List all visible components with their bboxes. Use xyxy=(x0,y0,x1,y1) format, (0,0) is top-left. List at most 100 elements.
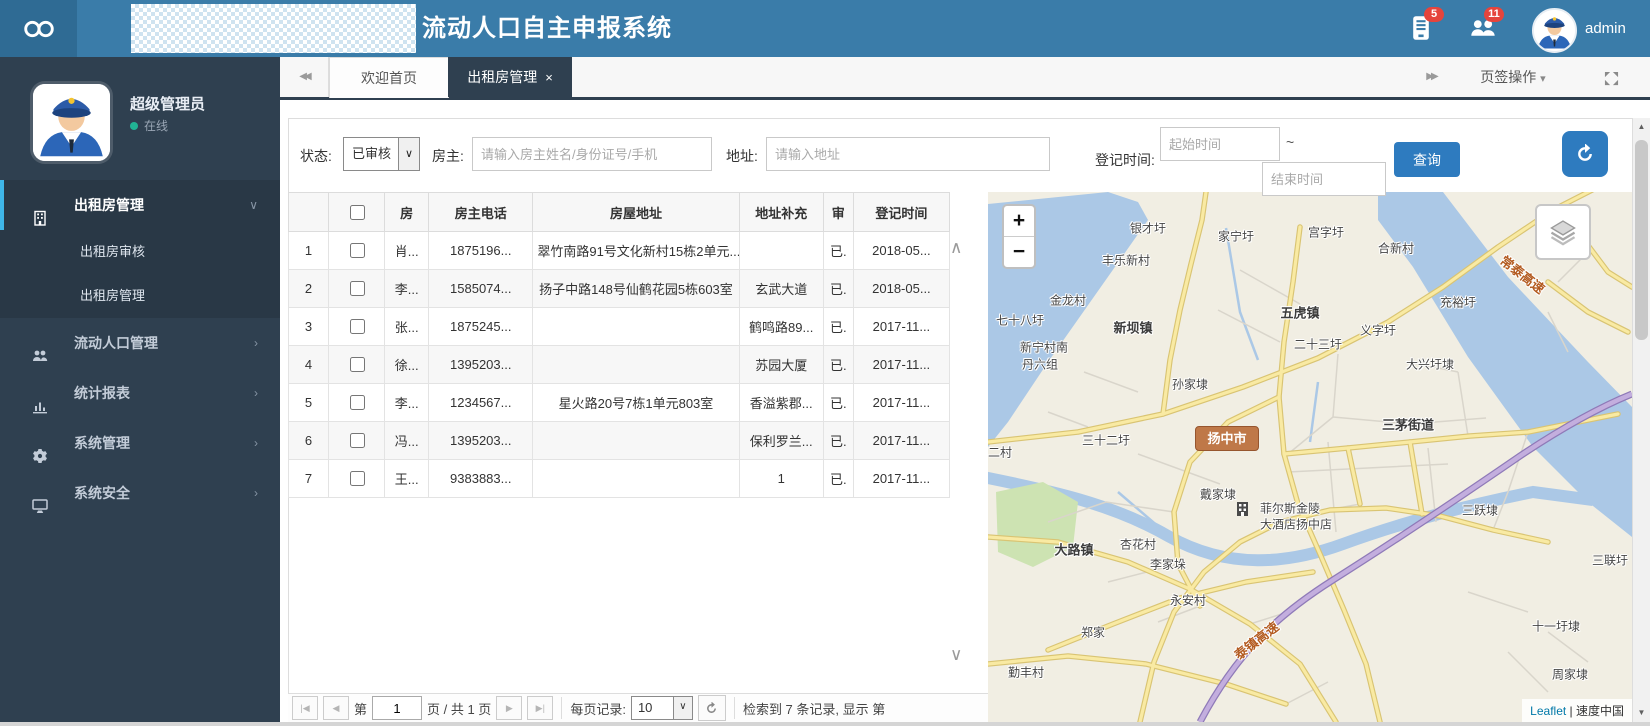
users-badge: 11 xyxy=(1484,7,1504,22)
table-row[interactable]: 1 肖...1875196... 翠竹南路91号文化新村15栋2单元... 已.… xyxy=(289,232,950,270)
row-checkbox[interactable] xyxy=(350,471,365,486)
map-label: 银才圩 xyxy=(1130,220,1166,237)
table-header-row: 房 房主电话 房屋地址 地址补充 审 登记时间 xyxy=(289,193,950,232)
table-row[interactable]: 2 李...1585074... 扬子中路148号仙鹤花园5栋603室玄武大道 … xyxy=(289,270,950,308)
date-end-input[interactable] xyxy=(1262,162,1386,196)
grid-refresh-button[interactable] xyxy=(698,695,726,721)
row-checkbox[interactable] xyxy=(350,319,365,334)
redacted-org-name xyxy=(131,4,416,53)
map-label: 七十八圩 xyxy=(996,312,1044,329)
map-label: 二村 xyxy=(988,444,1012,461)
table-scroll-down-icon[interactable]: ∨ xyxy=(950,645,962,665)
date-start-input[interactable] xyxy=(1160,127,1280,161)
sidebar-item-label: 出租房管理 xyxy=(74,180,144,230)
profile-name: 超级管理员 xyxy=(130,93,205,114)
layers-icon xyxy=(1548,217,1578,247)
tabs-scroll-right-button[interactable]: ▶▶ xyxy=(1408,57,1454,97)
notifications-users-button[interactable]: 11 xyxy=(1470,15,1496,41)
zoom-in-button[interactable]: + xyxy=(1004,206,1034,236)
map-label: 义字圩 xyxy=(1360,322,1396,339)
owner-label: 房主: xyxy=(432,146,464,166)
table-row[interactable]: 3 张...1875245... 鹤鸣路89... 已.2017-11... xyxy=(289,308,950,346)
map[interactable]: 银才圩家宁圩宫字圩合新村丰乐新村充裕圩五虎镇金龙村新坝镇七十八圩新宁村南丹六组义… xyxy=(988,192,1632,722)
leaflet-link[interactable]: Leaflet xyxy=(1530,704,1566,718)
page-number-input[interactable] xyxy=(372,696,422,720)
sidebar-item-population-mgmt[interactable]: 流动人口管理 › xyxy=(0,318,280,368)
search-button[interactable]: 查询 xyxy=(1394,142,1460,177)
map-label: 大酒店扬中店 xyxy=(1260,516,1332,533)
doc-badge: 5 xyxy=(1424,7,1444,22)
status-label: 状态: xyxy=(300,146,332,166)
date-tilde: ~ xyxy=(1286,134,1294,150)
refresh-icon xyxy=(1575,144,1595,164)
col-status: 审 xyxy=(823,193,853,232)
close-tab-icon[interactable]: × xyxy=(545,70,553,85)
sidebar-item-system-security[interactable]: 系统安全 › xyxy=(0,468,280,518)
zoom-out-button[interactable]: − xyxy=(1004,236,1034,267)
row-checkbox[interactable] xyxy=(350,357,365,372)
map-label: 三联圩 xyxy=(1592,552,1628,569)
table-row[interactable]: 6 冯...1395203... 保利罗兰... 已.2017-11... xyxy=(289,422,950,460)
tabs-scroll-left-button[interactable]: ◀◀ xyxy=(280,57,329,97)
select-all-checkbox[interactable] xyxy=(350,205,365,220)
select-arrow-icon: ∨ xyxy=(673,697,692,719)
notifications-doc-button[interactable]: 5 xyxy=(1410,15,1436,41)
row-checkbox[interactable] xyxy=(350,243,365,258)
address-input[interactable] xyxy=(766,137,1050,171)
tab-home[interactable]: 欢迎首页 xyxy=(329,57,449,98)
map-attribution: Leaflet | 速度中国 xyxy=(1522,699,1632,722)
date-label: 登记时间: xyxy=(1095,150,1155,170)
sidebar: 超级管理员 在线 出租房管理 ∨ 出租房审核 出租房管理 xyxy=(0,57,280,722)
tab-operations-dropdown[interactable]: 页签操作 ▾ xyxy=(1454,57,1572,97)
app-logo[interactable] xyxy=(0,0,77,57)
user-avatar[interactable] xyxy=(1532,8,1577,53)
table-row[interactable]: 5 李...1234567... 星火路20号7栋1单元803室香溢紫郡... … xyxy=(289,384,950,422)
admin-username[interactable]: admin xyxy=(1585,0,1626,57)
sidebar-item-label: 系统管理 xyxy=(74,418,130,468)
users-icon xyxy=(32,335,48,351)
bar-chart-icon xyxy=(32,385,48,401)
row-checkbox[interactable] xyxy=(350,433,365,448)
map-layers-button[interactable] xyxy=(1535,204,1591,260)
prev-page-button[interactable]: ◀ xyxy=(323,696,349,720)
row-checkbox[interactable] xyxy=(350,395,365,410)
owner-input[interactable] xyxy=(472,137,712,171)
table-row[interactable]: 4 徐...1395203... 苏园大厦 已.2017-11... xyxy=(289,346,950,384)
sidebar-item-label: 流动人口管理 xyxy=(74,318,158,368)
col-address: 房屋地址 xyxy=(533,193,739,232)
next-page-button[interactable]: ▶ xyxy=(496,696,522,720)
scroll-up-arrow[interactable]: ▲ xyxy=(1633,118,1650,136)
row-checkbox[interactable] xyxy=(350,281,365,296)
first-page-button[interactable]: |◀ xyxy=(292,696,318,720)
map-label: 二十三圩 xyxy=(1294,336,1342,353)
map-label: 大兴圩埭 xyxy=(1406,356,1454,373)
map-label: 杏花村 xyxy=(1120,536,1156,553)
table-scroll-up-icon[interactable]: ∧ xyxy=(950,238,962,258)
tab-rental-mgmt[interactable]: 出租房管理× xyxy=(448,57,572,97)
sidebar-item-label: 统计报表 xyxy=(74,368,130,418)
sidebar-item-reports[interactable]: 统计报表 › xyxy=(0,368,280,418)
gears-icon xyxy=(32,435,48,451)
table-row[interactable]: 7 王...9383883... 1 已.2017-11... xyxy=(289,460,950,498)
map-label: 泰镇高速 xyxy=(1230,617,1283,664)
sidebar-item-system-mgmt[interactable]: 系统管理 › xyxy=(0,418,280,468)
profile-avatar[interactable] xyxy=(33,84,110,161)
scroll-down-arrow[interactable]: ▼ xyxy=(1633,704,1650,722)
chevron-right-icon: › xyxy=(254,418,258,468)
col-owner: 房 xyxy=(385,193,429,232)
sidebar-subitem-rental-review[interactable]: 出租房审核 xyxy=(0,230,280,274)
sidebar-subitem-rental-manage[interactable]: 出租房管理 xyxy=(0,274,280,318)
per-page-select[interactable]: 10 ∨ xyxy=(631,696,693,720)
map-label: 孙家埭 xyxy=(1172,376,1208,393)
status-select[interactable]: 已审核 ∨ xyxy=(343,137,420,171)
monitor-icon xyxy=(32,485,48,501)
page-scrollbar[interactable]: ▲ ▼ xyxy=(1632,118,1650,722)
scrollbar-thumb[interactable] xyxy=(1635,140,1648,340)
refresh-button[interactable] xyxy=(1562,131,1608,177)
infinity-logo-icon xyxy=(20,19,58,39)
sidebar-item-rental-mgmt[interactable]: 出租房管理 ∨ xyxy=(0,180,280,230)
expand-fullscreen-button[interactable] xyxy=(1572,57,1650,97)
building-icon xyxy=(32,197,48,213)
map-label: 三跃埭 xyxy=(1462,502,1498,519)
last-page-button[interactable]: ▶| xyxy=(527,696,553,720)
